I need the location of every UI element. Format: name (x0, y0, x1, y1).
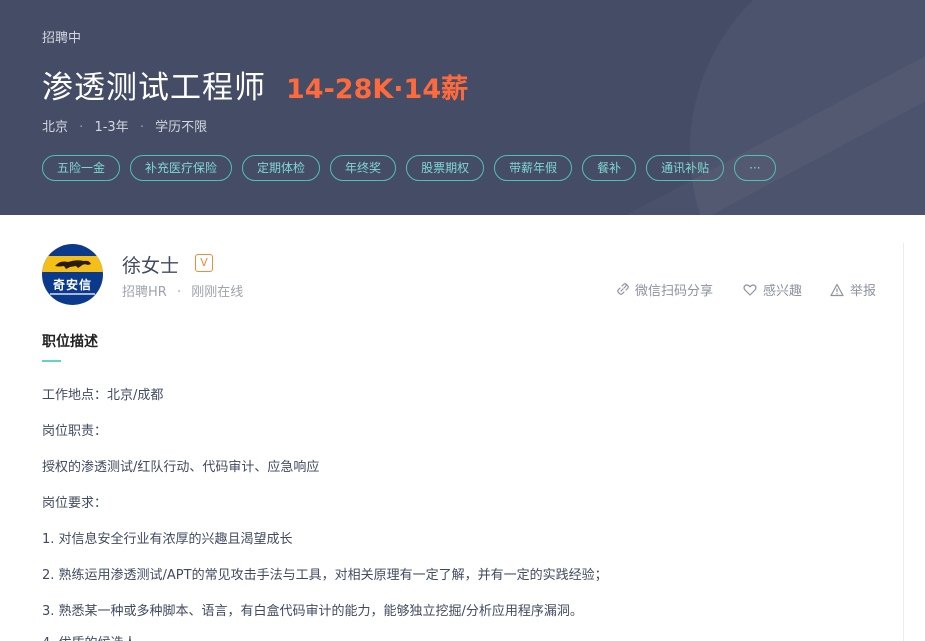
company-logo-text: 奇安信 (52, 278, 92, 292)
description-line: 1. 对信息安全行业有浓厚的兴趣且渴望成长 (42, 532, 293, 547)
section-underline (42, 360, 61, 362)
job-meta: 北京 · 1-3年 · 学历不限 (42, 116, 207, 135)
share-button[interactable]: 微信扫码分享 (615, 280, 743, 299)
benefit-tag: 补充医疗保险 (130, 155, 233, 181)
interest-label: 感兴趣 (763, 284, 803, 299)
content-divider (903, 243, 904, 641)
report-button[interactable]: 举报 (830, 280, 876, 299)
job-education: 学历不限 (155, 120, 208, 135)
job-title: 渗透测试工程师 (42, 70, 266, 106)
benefit-tag: 餐补 (582, 155, 637, 181)
meta-separator: · (79, 120, 84, 135)
description-line: 2. 熟练运用渗透测试/APT的常见攻击手法与工具，对相关原理有一定了解，并有一… (42, 568, 608, 583)
company-logo[interactable]: 奇安信 (42, 244, 103, 305)
benefit-tag: 五险一金 (42, 155, 121, 181)
benefit-tag: 带薪年假 (494, 155, 573, 181)
share-label: 微信扫码分享 (635, 284, 714, 299)
benefit-tag: 通讯补贴 (646, 155, 725, 181)
more-tags-button[interactable]: ··· (734, 155, 776, 181)
description-line: 授权的渗透测试/红队行动、代码审计、应急响应 (42, 460, 320, 475)
verified-badge-icon: V (195, 254, 213, 272)
job-salary: 14-28K·14薪 (286, 74, 469, 105)
section-title: 职位描述 (42, 334, 98, 350)
description-line: 岗位职责： (42, 424, 108, 439)
description-line: 岗位要求： (42, 496, 108, 511)
description-line: 工作地点：北京/成都 (42, 388, 164, 403)
recruiter-role: 招聘HR (122, 285, 167, 300)
meta-separator: · (139, 120, 144, 135)
benefit-tag: 股票期权 (406, 155, 485, 181)
job-title-row: 渗透测试工程师 14-28K·14薪 (42, 62, 468, 107)
job-actions: 微信扫码分享 感兴趣 举报 (615, 280, 876, 299)
warning-icon (830, 283, 844, 296)
recruiter-online-status: 刚刚在线 (191, 285, 244, 300)
benefit-tag: 年终奖 (330, 155, 397, 181)
description-line: 3. 熟悉某一种或多种脚本、语言，有白盒代码审计的能力，能够独立挖掘/分析应用程… (42, 604, 583, 619)
meta-separator: · (176, 285, 182, 300)
description-line: 4. 优质的候选人... (42, 632, 149, 641)
recruiter-name: 徐女士 (122, 255, 180, 277)
job-header-banner: 招聘中 渗透测试工程师 14-28K·14薪 北京 · 1-3年 · 学历不限 … (0, 0, 925, 215)
job-status: 招聘中 (42, 31, 82, 46)
heart-icon (743, 283, 757, 296)
benefit-tag: 定期体检 (242, 155, 321, 181)
recruiter-meta: 招聘HR · 刚刚在线 (122, 281, 243, 300)
interest-button[interactable]: 感兴趣 (743, 280, 830, 299)
benefit-tags: 五险一金 补充医疗保险 定期体检 年终奖 股票期权 带薪年假 餐补 通讯补贴 ·… (42, 155, 776, 181)
link-icon (617, 282, 629, 295)
job-experience: 1-3年 (94, 120, 129, 135)
report-label: 举报 (850, 284, 877, 299)
job-location: 北京 (42, 120, 69, 135)
leopard-icon (55, 260, 91, 269)
